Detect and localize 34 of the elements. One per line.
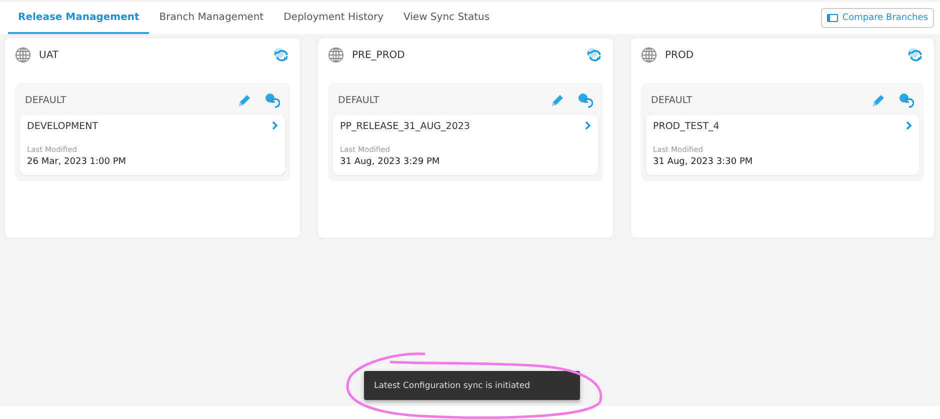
globe-icon [641, 47, 657, 63]
chevron-right-icon[interactable] [906, 121, 912, 130]
tab[interactable]: Deployment History [274, 2, 394, 34]
revert-icon[interactable] [898, 92, 914, 108]
group-name: DEFAULT [338, 94, 380, 106]
sync-icon[interactable] [906, 46, 924, 64]
globe-icon [15, 47, 31, 63]
chevron-right-icon[interactable] [272, 121, 278, 130]
environment-name: PROD [665, 50, 695, 60]
toast-message: Latest Configuration sync is initiated [364, 371, 580, 400]
group-name: DEFAULT [25, 94, 68, 106]
sync-icon[interactable] [272, 46, 290, 64]
last-modified-date: 31 Aug, 2023 3:29 PM [340, 157, 441, 167]
last-modified-date: 26 Mar, 2023 1:00 PM [27, 157, 128, 167]
last-modified-date: 31 Aug, 2023 3:30 PM [653, 157, 754, 167]
tab[interactable]: Release Management [8, 2, 150, 34]
environment-name: UAT [39, 50, 60, 60]
revert-icon[interactable] [264, 92, 280, 108]
globe-icon [328, 47, 344, 63]
environment-name: PRE_PROD [352, 50, 406, 60]
compare-icon [827, 14, 838, 22]
edit-icon[interactable] [237, 92, 252, 108]
branch-name: PROD_TEST_4 [653, 121, 720, 132]
edit-icon[interactable] [550, 92, 565, 108]
group-name: DEFAULT [651, 94, 694, 106]
branch-name: PP_RELEASE_31_AUG_2023 [340, 121, 470, 132]
compare-branches-button[interactable]: Compare Branches [821, 8, 934, 28]
branch-name: DEVELOPMENT [27, 121, 98, 132]
tab[interactable]: View Sync Status [394, 2, 500, 34]
tab[interactable]: Branch Management [149, 2, 274, 34]
sync-icon[interactable] [585, 46, 603, 64]
edit-icon[interactable] [871, 92, 886, 108]
revert-icon[interactable] [577, 92, 593, 108]
chevron-right-icon[interactable] [585, 121, 591, 130]
